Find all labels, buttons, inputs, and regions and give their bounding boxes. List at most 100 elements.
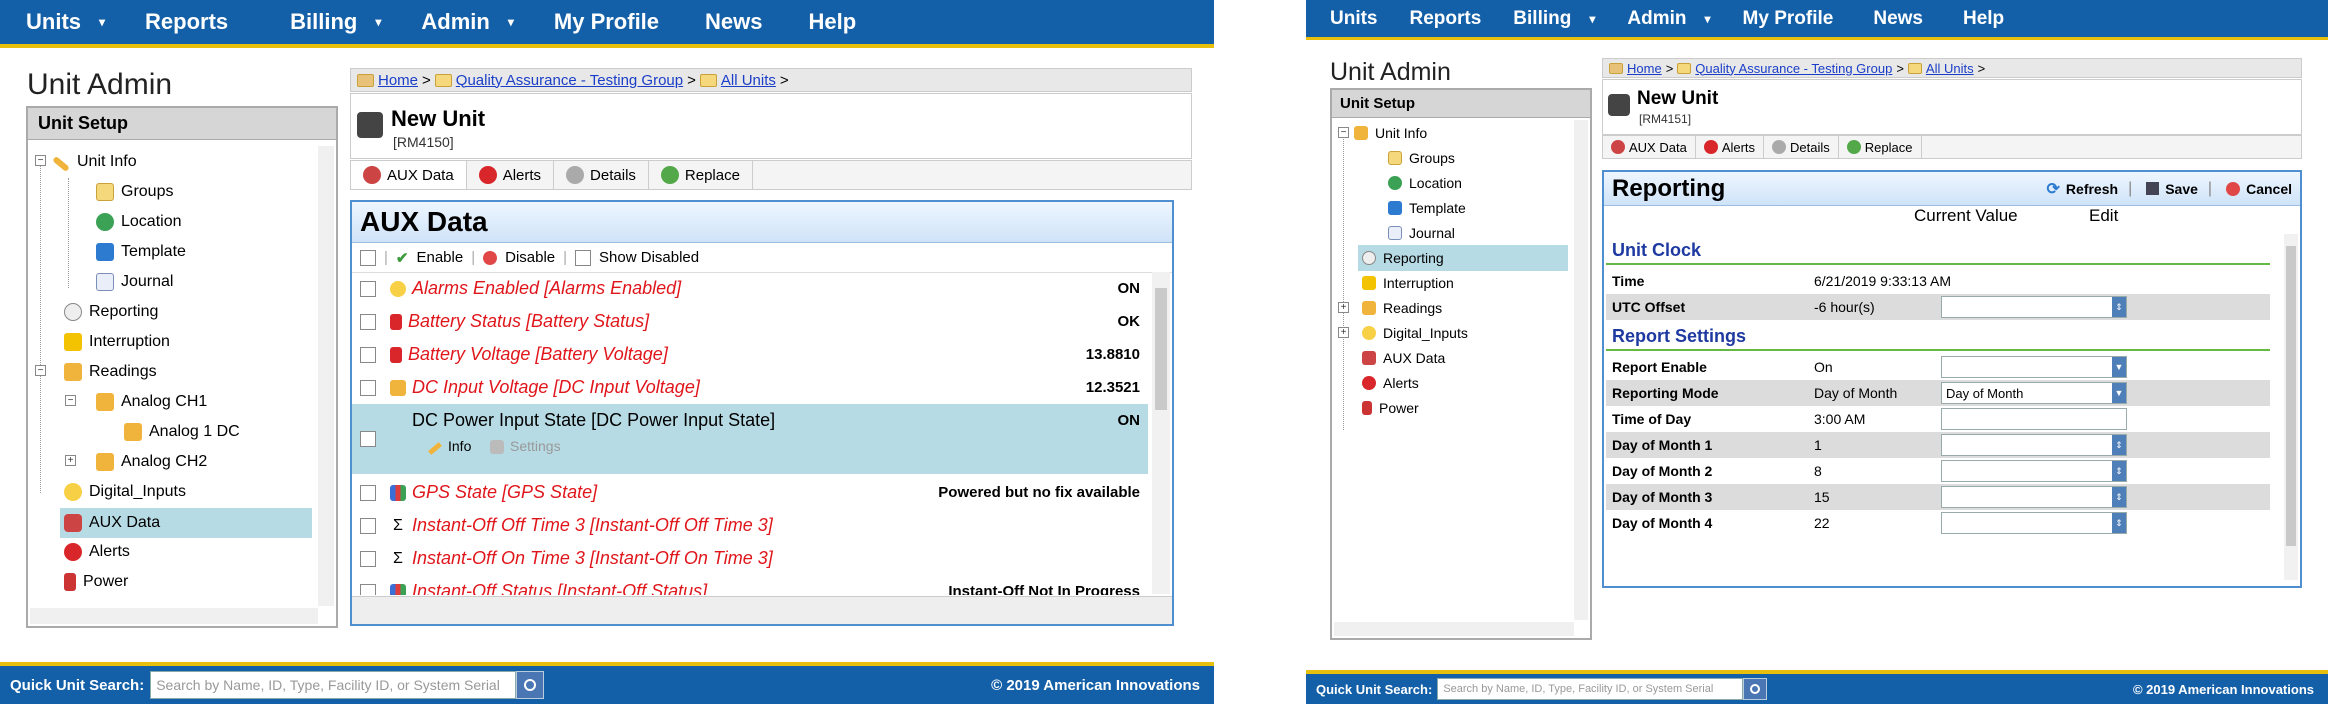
aux-row[interactable]: Alarms Enabled [Alarms Enabled] ON <box>352 272 1148 305</box>
chevron-down-icon[interactable]: ▾ <box>375 15 381 29</box>
day-of-month-1-stepper[interactable]: ⇕ <box>1941 434 2127 456</box>
tree-item-interruption[interactable]: Interruption <box>1362 272 1454 294</box>
spinner-icon[interactable]: ⇕ <box>2112 513 2126 533</box>
scroll-thumb[interactable] <box>2286 246 2296 546</box>
disable-button[interactable]: Disable <box>505 249 555 266</box>
aux-name[interactable]: DC Input Voltage [DC Input Voltage] <box>412 377 700 398</box>
spinner-icon[interactable]: ⇕ <box>2112 487 2126 507</box>
tab-replace[interactable]: Replace <box>649 161 753 189</box>
tree-item-alerts[interactable]: Alerts <box>1362 372 1419 394</box>
chevron-down-icon[interactable]: ▾ <box>508 15 514 29</box>
nav-help[interactable]: Help <box>783 9 877 35</box>
tab-alerts[interactable]: Alerts <box>1696 136 1765 158</box>
tree-item-unit-info[interactable]: Unit Info <box>1354 122 1427 144</box>
refresh-button[interactable]: ⟳ Refresh <box>2047 179 2119 199</box>
nav-billing[interactable]: Billing ▾ <box>1497 8 1611 30</box>
breadcrumb-group[interactable]: Quality Assurance - Testing Group <box>1695 61 1892 76</box>
tree-item-template[interactable]: Template <box>1388 197 1466 219</box>
search-button[interactable] <box>516 671 545 699</box>
sidebar-hscrollbar[interactable] <box>30 608 318 624</box>
tree-item-reporting[interactable]: Reporting <box>64 300 158 324</box>
nav-help[interactable]: Help <box>1939 8 2020 30</box>
tab-aux-data[interactable]: AUX Data <box>1603 136 1696 158</box>
day-of-month-2-stepper[interactable]: ⇕ <box>1941 460 2127 482</box>
enable-button[interactable]: Enable <box>416 249 463 266</box>
nav-news[interactable]: News <box>679 9 782 35</box>
tree-item-digital-inputs[interactable]: Digital_Inputs <box>64 480 186 504</box>
aux-name[interactable]: DC Power Input State [DC Power Input Sta… <box>412 410 775 431</box>
aux-name[interactable]: Battery Voltage [Battery Voltage] <box>408 344 668 365</box>
tree-item-analog-ch1[interactable]: Analog CH1 <box>96 390 207 414</box>
chevron-down-icon[interactable]: ▾ <box>99 15 105 29</box>
chevron-down-icon[interactable]: ▾ <box>1705 12 1711 26</box>
quick-search-input[interactable]: Search by Name, ID, Type, Facility ID, o… <box>150 671 517 699</box>
scroll-thumb[interactable] <box>1155 288 1167 410</box>
tree-item-analog-1-dc[interactable]: Analog 1 DC <box>124 420 240 444</box>
spinner-icon[interactable]: ⇕ <box>2112 435 2126 455</box>
report-enable-select[interactable]: ▼ <box>1941 356 2127 378</box>
cancel-button[interactable]: Cancel <box>2226 181 2292 197</box>
aux-name[interactable]: Instant-Off Off Time 3 [Instant-Off Off … <box>412 515 773 536</box>
tab-aux-data[interactable]: AUX Data <box>351 161 467 189</box>
aux-row-selected[interactable]: DC Power Input State [DC Power Input Sta… <box>352 404 1148 474</box>
aux-name[interactable]: Battery Status [Battery Status] <box>408 311 649 332</box>
tab-replace[interactable]: Replace <box>1839 136 1922 158</box>
tree-item-power[interactable]: Power <box>64 570 128 594</box>
breadcrumb-home[interactable]: Home <box>378 72 418 89</box>
tree-item-journal[interactable]: Journal <box>1388 222 1455 244</box>
aux-name[interactable]: Instant-Off Status [Instant-Off Status] <box>412 581 707 595</box>
reporting-mode-select[interactable]: Day of Month ▼ <box>1941 382 2127 404</box>
day-of-month-4-stepper[interactable]: ⇕ <box>1941 512 2127 534</box>
day-of-month-3-stepper[interactable]: ⇕ <box>1941 486 2127 508</box>
row-checkbox[interactable] <box>360 484 376 501</box>
row-checkbox[interactable] <box>360 583 376 595</box>
aux-name[interactable]: GPS State [GPS State] <box>412 482 597 503</box>
tab-details[interactable]: Details <box>1764 136 1839 158</box>
tree-item-analog-ch2[interactable]: Analog CH2 <box>96 450 207 474</box>
reporting-scrollbar[interactable] <box>2284 234 2298 580</box>
collapse-icon[interactable]: − <box>65 395 76 406</box>
breadcrumb-home[interactable]: Home <box>1627 61 1662 76</box>
aux-row[interactable]: Σ Instant-Off Off Time 3 [Instant-Off Off… <box>352 509 1148 542</box>
tree-item-interruption[interactable]: Interruption <box>64 330 170 354</box>
row-checkbox[interactable] <box>360 280 376 297</box>
tree-item-digital-inputs[interactable]: Digital_Inputs <box>1362 322 1468 344</box>
row-checkbox[interactable] <box>360 431 376 447</box>
spinner-icon[interactable]: ⇕ <box>2112 297 2126 317</box>
time-of-day-input[interactable] <box>1941 408 2127 430</box>
chevron-down-icon[interactable]: ▾ <box>1589 12 1595 26</box>
breadcrumb-all-units[interactable]: All Units <box>1926 61 1974 76</box>
sidebar-scrollbar[interactable] <box>318 146 334 606</box>
sidebar-scrollbar[interactable] <box>1574 120 1588 620</box>
aux-row[interactable]: Instant-Off Status [Instant-Off Status] I… <box>352 575 1148 595</box>
breadcrumb-all-units[interactable]: All Units <box>721 72 776 89</box>
tab-details[interactable]: Details <box>554 161 649 189</box>
aux-row[interactable]: DC Input Voltage [DC Input Voltage] 12.35… <box>352 371 1148 404</box>
tree-item-template[interactable]: Template <box>96 240 186 264</box>
tree-item-reporting[interactable]: Reporting <box>1358 245 1568 271</box>
row-checkbox[interactable] <box>360 346 376 363</box>
nav-billing[interactable]: Billing ▾ <box>248 9 401 35</box>
expand-icon[interactable]: + <box>65 455 76 466</box>
row-checkbox[interactable] <box>360 313 376 330</box>
row-checkbox[interactable] <box>360 517 376 534</box>
tree-item-location[interactable]: Location <box>1388 172 1462 194</box>
nav-my-profile[interactable]: My Profile <box>1727 8 1850 30</box>
aux-scrollbar[interactable] <box>1152 272 1170 594</box>
collapse-icon[interactable]: − <box>1338 127 1349 138</box>
save-button[interactable]: Save <box>2146 181 2198 197</box>
nav-reports[interactable]: Reports <box>1394 8 1498 30</box>
expand-icon[interactable]: + <box>1338 327 1349 338</box>
tab-alerts[interactable]: Alerts <box>467 161 555 189</box>
row-checkbox[interactable] <box>360 379 376 396</box>
nav-admin[interactable]: Admin ▾ <box>1611 8 1726 30</box>
aux-row[interactable]: Σ Instant-Off On Time 3 [Instant-Off On T… <box>352 542 1148 575</box>
aux-row[interactable]: Battery Voltage [Battery Voltage] 13.8810 <box>352 338 1148 371</box>
expand-icon[interactable]: + <box>1338 302 1349 313</box>
nav-units[interactable]: Units <box>1306 8 1394 30</box>
quick-search-input[interactable]: Search by Name, ID, Type, Facility ID, o… <box>1437 678 1744 700</box>
aux-row[interactable]: Battery Status [Battery Status] OK <box>352 305 1148 338</box>
nav-reports[interactable]: Reports <box>125 9 248 35</box>
select-all-checkbox[interactable] <box>360 249 376 266</box>
tree-item-unit-info[interactable]: Unit Info <box>52 150 137 174</box>
